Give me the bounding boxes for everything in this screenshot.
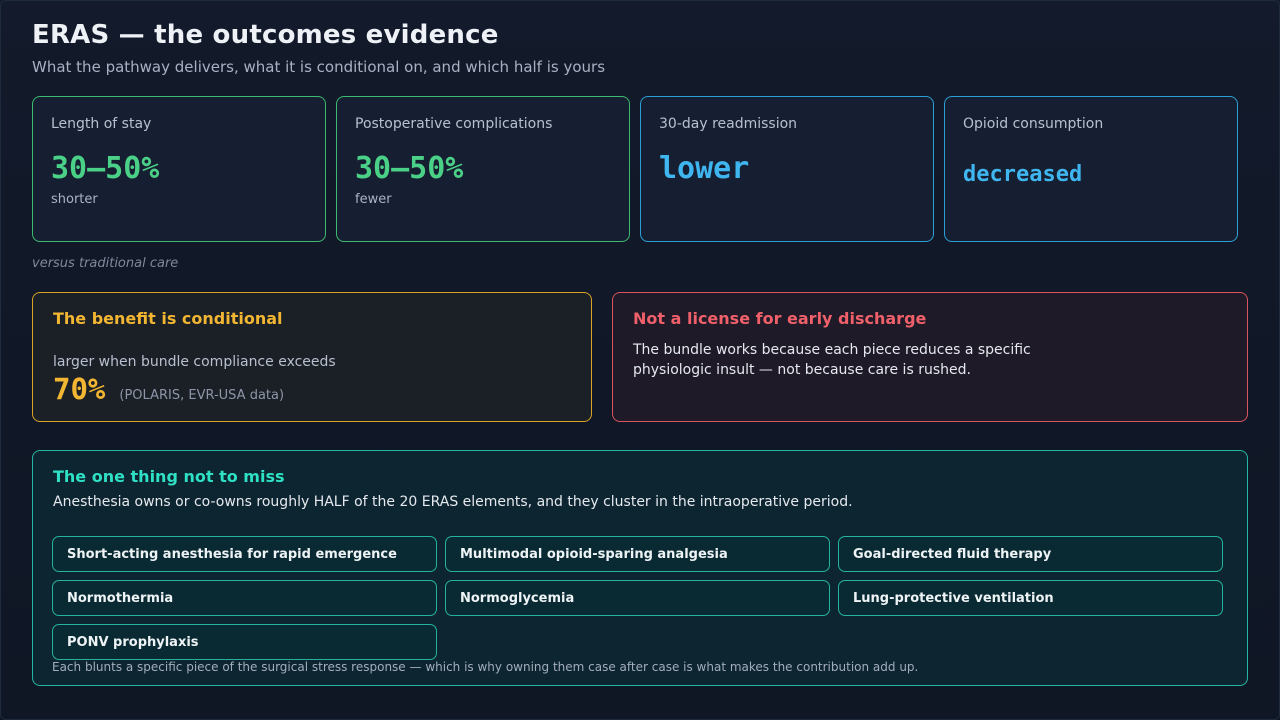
eras-element-chip: Normoglycemia: [445, 580, 830, 616]
conditional-lead: larger when bundle compliance exceeds: [53, 354, 336, 370]
metric-card-opioid: Opioid consumption decreased: [944, 96, 1238, 242]
compliance-threshold: 70%: [53, 372, 106, 406]
comparison-note: versus traditional care: [32, 256, 179, 271]
eras-element-chip: Goal-directed fluid therapy: [838, 536, 1223, 572]
eras-element-chip: Lung-protective ventilation: [838, 580, 1223, 616]
warning-panel: Not a license for early discharge The bu…: [612, 292, 1248, 422]
page-title: ERAS — the outcomes evidence: [32, 20, 499, 50]
data-source: (POLARIS, EVR-USA data): [119, 388, 285, 403]
warning-heading: Not a license for early discharge: [633, 309, 927, 328]
key-point-heading: The one thing not to miss: [53, 467, 285, 486]
key-point-lead: Anesthesia owns or co-owns roughly HALF …: [53, 494, 853, 510]
conditional-heading: The benefit is conditional: [53, 309, 283, 328]
metric-card-complications: Postoperative complications 30–50% fewer: [336, 96, 630, 242]
metric-label: Length of stay: [51, 116, 152, 132]
metric-value: lower: [659, 151, 750, 186]
metric-label: Opioid consumption: [963, 116, 1104, 132]
warning-body: The bundle works because each piece redu…: [633, 342, 1031, 378]
metric-sub: fewer: [355, 192, 392, 207]
metric-sub: shorter: [51, 192, 98, 207]
eras-element-chip: Short-acting anesthesia for rapid emerge…: [52, 536, 437, 572]
conditional-panel: The benefit is conditional larger when b…: [32, 292, 592, 422]
metric-card-readmission: 30-day readmission lower: [640, 96, 934, 242]
metric-value: 30–50%: [51, 151, 160, 186]
page-subtitle: What the pathway delivers, what it is co…: [32, 58, 606, 76]
metric-label: Postoperative complications: [355, 116, 553, 132]
conditional-value-row: 70% (POLARIS, EVR-USA data): [53, 372, 571, 406]
eras-element-chip: PONV prophylaxis: [52, 624, 437, 660]
key-point-panel: The one thing not to miss Anesthesia own…: [32, 450, 1248, 686]
metric-card-length-of-stay: Length of stay 30–50% shorter: [32, 96, 326, 242]
metric-value: decreased: [963, 162, 1083, 187]
eras-element-chip: Multimodal opioid-sparing analgesia: [445, 536, 830, 572]
eras-element-list: Short-acting anesthesia for rapid emerge…: [52, 536, 1232, 660]
key-point-footnote: Each blunts a specific piece of the surg…: [52, 660, 919, 674]
eras-element-chip: Normothermia: [52, 580, 437, 616]
metric-label: 30-day readmission: [659, 116, 798, 132]
metric-value: 30–50%: [355, 151, 464, 186]
